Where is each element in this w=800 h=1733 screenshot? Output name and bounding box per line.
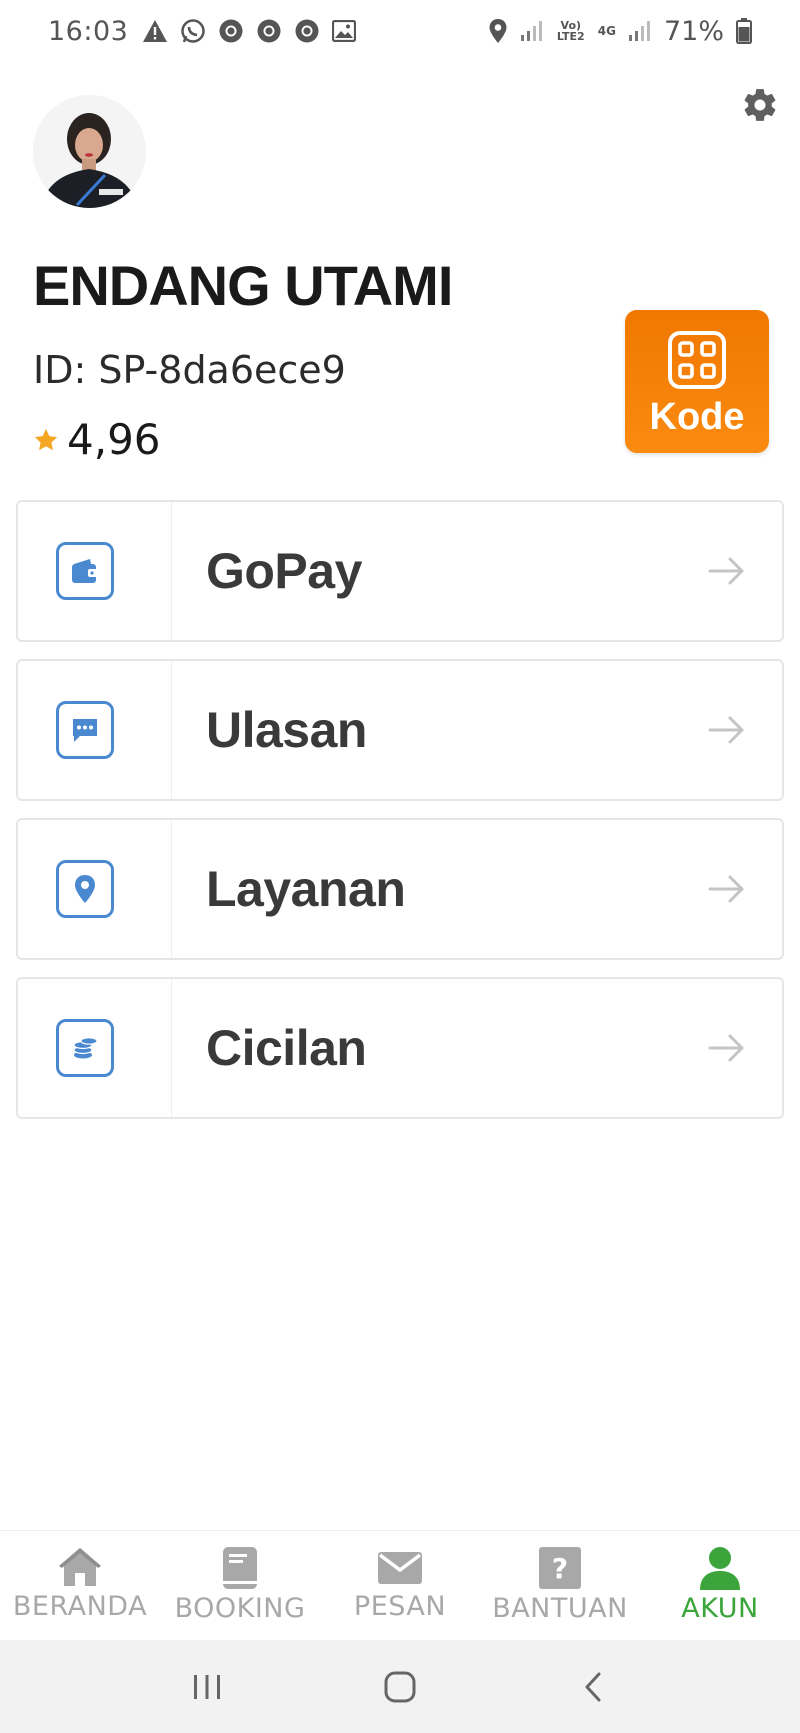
menu-icon-frame	[56, 1019, 114, 1077]
qr-code-icon	[668, 331, 726, 389]
battery-percent: 71%	[663, 15, 724, 47]
svg-text:?: ?	[552, 1552, 568, 1585]
user-icon	[700, 1547, 740, 1590]
chat-icon	[73, 719, 97, 742]
warning-icon	[143, 20, 168, 42]
home-icon	[59, 1548, 101, 1586]
whatsapp-icon	[181, 19, 206, 43]
menu-label: Cicilan	[206, 1020, 367, 1076]
menu-item-cicilan[interactable]: Cicilan	[16, 977, 784, 1119]
chrome-icon	[257, 19, 281, 43]
lte-label: Vo) LTE2	[556, 19, 585, 43]
signal-icon	[628, 21, 650, 41]
location-icon	[489, 19, 507, 43]
recent-apps-button[interactable]	[167, 1657, 247, 1717]
wallet-icon	[72, 559, 98, 583]
bottom-nav: BERANDA BOOKING PESAN ? BANTUAN AKUN	[0, 1530, 800, 1640]
nav-item-pesan[interactable]: PESAN	[320, 1531, 480, 1640]
menu-icon-frame	[56, 542, 114, 600]
arrow-right-icon	[708, 716, 744, 744]
menu-item-gopay[interactable]: GoPay	[16, 500, 784, 642]
arrow-right-icon	[708, 557, 744, 585]
menu-icon-cell	[18, 979, 172, 1117]
rating: 4,96	[33, 415, 161, 464]
gear-icon	[744, 89, 776, 121]
system-nav-bar	[0, 1640, 800, 1733]
menu-item-layanan[interactable]: Layanan	[16, 818, 784, 960]
signal-icon	[520, 21, 542, 41]
network-label: 4G	[597, 24, 616, 38]
kode-button[interactable]: Kode	[625, 310, 769, 453]
nav-item-booking[interactable]: BOOKING	[160, 1531, 320, 1640]
profile-name: ENDANG UTAMI	[33, 254, 453, 317]
back-button[interactable]	[553, 1657, 633, 1717]
menu-icon-cell	[18, 502, 172, 640]
menu-icon-cell	[18, 820, 172, 958]
profile-id: ID: SP-8da6ece9	[33, 348, 346, 392]
nav-item-akun[interactable]: AKUN	[640, 1531, 800, 1640]
kode-label: Kode	[649, 396, 745, 438]
nav-label: BOOKING	[174, 1593, 306, 1624]
arrow-right-icon	[708, 1034, 744, 1062]
nav-label: BERANDA	[12, 1591, 148, 1622]
menu-list: GoPay Ulasan Layanan Cicilan	[16, 500, 784, 1136]
menu-icon-cell	[18, 661, 172, 799]
menu-icon-frame	[56, 701, 114, 759]
home-button[interactable]	[360, 1657, 440, 1717]
menu-icon-frame	[56, 860, 114, 918]
nav-item-beranda[interactable]: BERANDA	[0, 1531, 160, 1640]
chrome-icon	[219, 19, 243, 43]
rating-value: 4,96	[67, 415, 161, 464]
menu-label: Layanan	[206, 861, 406, 917]
star-icon	[34, 428, 58, 450]
book-icon	[223, 1547, 257, 1589]
help-icon: ?	[539, 1547, 581, 1589]
coins-icon	[73, 1037, 98, 1059]
battery-icon	[736, 18, 752, 44]
chrome-icon	[295, 19, 319, 43]
profile-photo	[33, 95, 146, 208]
nav-label: AKUN	[681, 1593, 759, 1624]
nav-label: PESAN	[353, 1591, 447, 1622]
nav-label: BANTUAN	[492, 1593, 628, 1624]
menu-label: GoPay	[206, 543, 362, 599]
location-pin-icon	[75, 875, 95, 903]
home-circle-icon	[384, 1671, 416, 1702]
menu-label: Ulasan	[206, 702, 367, 758]
avatar[interactable]	[33, 95, 146, 208]
status-bar: 16:03 Vo) LTE2 4G 71%	[0, 0, 800, 62]
menu-item-ulasan[interactable]: Ulasan	[16, 659, 784, 801]
back-icon	[585, 1672, 601, 1701]
arrow-right-icon	[708, 875, 744, 903]
mail-icon	[378, 1552, 422, 1584]
image-icon	[332, 20, 357, 42]
notification-icons	[142, 18, 357, 44]
status-right: Vo) LTE2 4G 71%	[488, 16, 752, 47]
recent-apps-icon	[193, 1674, 220, 1699]
status-time: 16:03	[48, 15, 129, 47]
nav-item-bantuan[interactable]: ? BANTUAN	[480, 1531, 640, 1640]
settings-button[interactable]	[738, 83, 782, 127]
